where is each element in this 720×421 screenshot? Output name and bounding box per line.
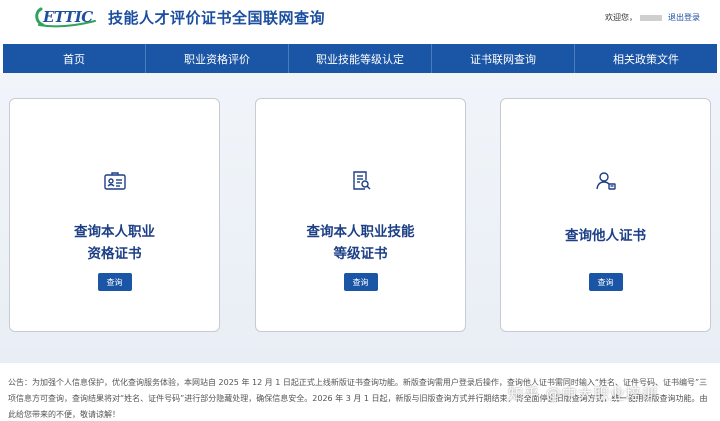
certificate-search-icon [349,169,373,193]
logout-link[interactable]: 退出登录 [668,12,700,23]
welcome-text: 欢迎您， [605,12,662,23]
card-title-line2: 等级证书 [333,246,388,262]
card-title-line1: 查询本人职业技能 [306,224,415,240]
header: ETTIC 技能人才评价证书全国联网查询 欢迎您， 退出登录 [0,0,720,44]
welcome-label: 欢迎您， [605,13,637,22]
nav-item-skill-level-certification[interactable]: 职业技能等级认定 [289,44,432,73]
nav-item-qualification-evaluation[interactable]: 职业资格评价 [146,44,289,73]
nav-item-certificate-query[interactable]: 证书联网查询 [432,44,575,73]
card-title-line1: 查询本人职业 [74,224,155,240]
query-button[interactable]: 查询 [588,273,623,291]
site-title: 技能人才评价证书全国联网查询 [108,9,326,27]
user-name-redacted [640,14,662,21]
card-own-skill-level[interactable]: 查询本人职业技能 等级证书 查询 [255,98,466,332]
main-nav: 首页 职业资格评价 职业技能等级认定 证书联网查询 相关政策文件 [3,44,717,73]
card-title-line2: 资格证书 [87,246,142,262]
nav-item-home[interactable]: 首页 [3,44,146,73]
card-others-certificate[interactable]: 查询他人证书 查询 [500,98,711,332]
query-button[interactable]: 查询 [343,273,378,291]
card-own-qualification[interactable]: 查询本人职业 资格证书 查询 [9,98,220,332]
query-area: 查询本人职业 资格证书 查询 查询本人职业技能 等级证书 查询 查询他人证书 查… [0,73,720,363]
logo-text: ETTIC [43,8,93,26]
id-card-icon [103,169,127,193]
query-button[interactable]: 查询 [97,273,132,291]
logo[interactable]: ETTIC [33,6,99,28]
user-id-icon [594,169,618,193]
nav-item-policy-documents[interactable]: 相关政策文件 [575,44,717,73]
card-title: 查询他人证书 [565,228,646,244]
watermark: 知乎 @中大职业培训 [508,385,658,403]
